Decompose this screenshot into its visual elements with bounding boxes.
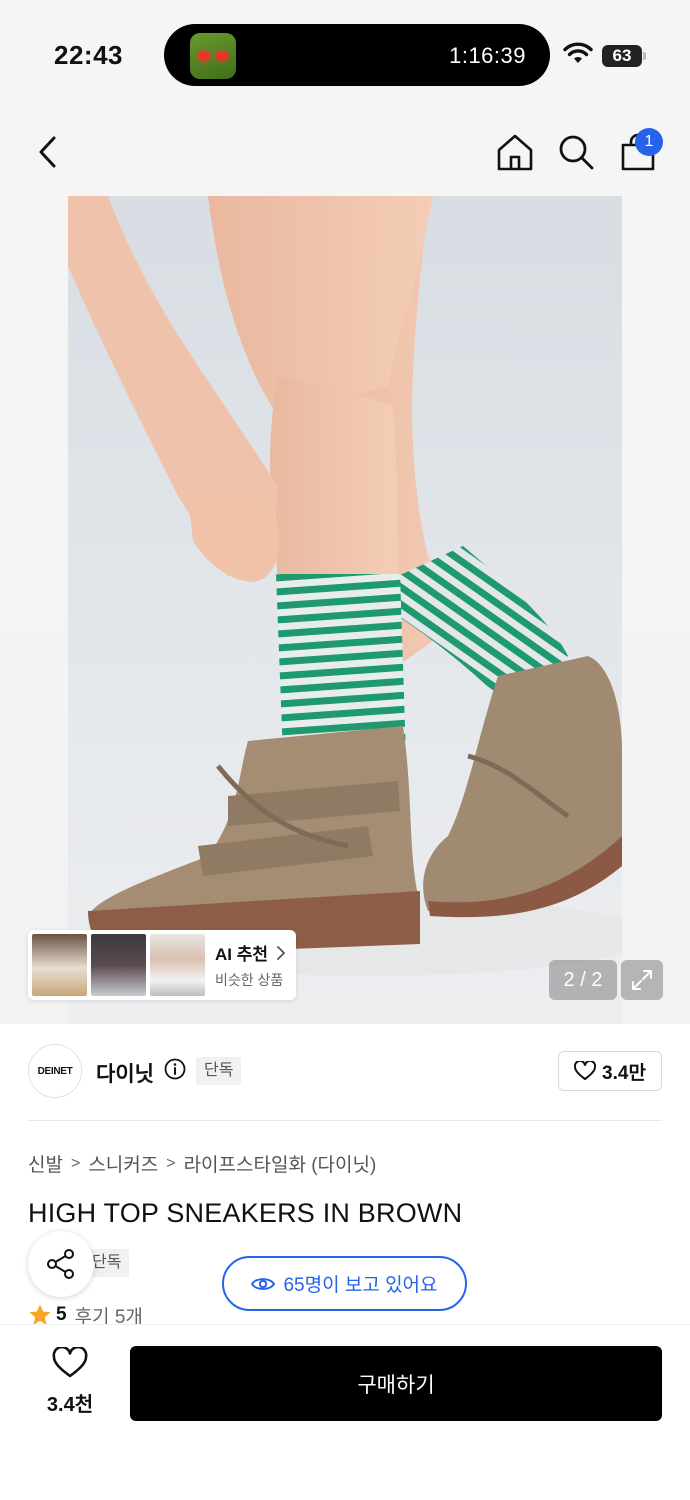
live-activity-timer: 1:16:39 [449,43,526,68]
product-photo-illustration [68,196,622,976]
wishlist-button[interactable]: 3.4천 [28,1345,112,1427]
chevron-right-icon: > [70,1154,81,1172]
ai-thumbnail-2 [91,934,146,996]
brand-like-button[interactable]: 3.4만 [558,1051,662,1091]
product-title: HIGH TOP SNEAKERS IN BROWN [28,1198,463,1228]
breadcrumb-item[interactable]: 스니커즈 [88,1150,158,1177]
status-bar: 22:43 1:16:39 63 [0,0,690,110]
rating-score: 5 [56,1304,67,1325]
brand-logo[interactable]: DEINET [28,1044,82,1098]
ai-recommendation-card[interactable]: AI 추천 비슷한 상품 [28,930,296,1000]
brand-name[interactable]: 다이닛 [96,1058,154,1088]
battery-indicator: 63 [602,45,642,67]
wishlist-count: 3.4천 [46,1394,94,1416]
cart-count-badge: 1 [635,128,663,156]
image-counter: 2 / 2 [549,960,617,1000]
brand-row: DEINET 다이닛 단독 3.4만 [28,1044,662,1100]
ai-thumbnail-3 [150,934,205,996]
bottom-action-bar: 3.4천 구매하기 [0,1324,690,1500]
wifi-icon [563,42,593,63]
expand-image-button[interactable] [621,960,663,1000]
battery-tip [643,52,646,60]
search-icon [559,135,594,170]
product-image-gallery[interactable]: AI 추천 비슷한 상품 2 / 2 [0,196,690,1024]
chevron-right-icon: > [166,1154,176,1172]
ai-thumbnail-1 [32,934,87,996]
buy-button[interactable]: 구매하기 [130,1346,662,1421]
expand-icon [632,970,652,990]
home-button[interactable] [493,130,537,174]
home-icon [497,134,533,171]
heart-icon [574,1061,597,1080]
product-photo[interactable] [68,196,622,1024]
live-activity-app-icon [190,33,236,79]
share-button[interactable] [28,1231,94,1297]
divider [28,1120,662,1121]
brand-like-count: 3.4만 [602,1062,646,1084]
ai-card-title: AI 추천 [215,945,269,964]
heart-icon [52,1345,88,1378]
top-nav-bar [0,110,690,196]
status-time: 22:43 [54,40,123,70]
ai-card-text: AI 추천 비슷한 상품 [215,940,286,990]
breadcrumb-item[interactable]: 신발 [28,1150,63,1177]
share-icon [47,1249,74,1279]
breadcrumb: 신발 > 스니커즈 > 라이프스타일화 (다이닛) [28,1150,376,1177]
eye-icon [251,1277,276,1290]
viewers-badge: 65명이 보고 있어요 [222,1256,467,1311]
back-button[interactable] [26,130,70,174]
ai-card-subtitle: 비슷한 상품 [215,972,284,988]
info-icon[interactable] [164,1058,186,1080]
chevron-right-icon [276,946,286,960]
chevron-left-icon [39,136,56,168]
exclusive-tag: 단독 [196,1057,242,1085]
search-button[interactable] [554,130,598,174]
dynamic-island[interactable]: 1:16:39 [164,24,550,86]
viewers-text: 65명이 보고 있어요 [283,1275,438,1296]
breadcrumb-item[interactable]: 라이프스타일화 (다이닛) [184,1150,377,1177]
